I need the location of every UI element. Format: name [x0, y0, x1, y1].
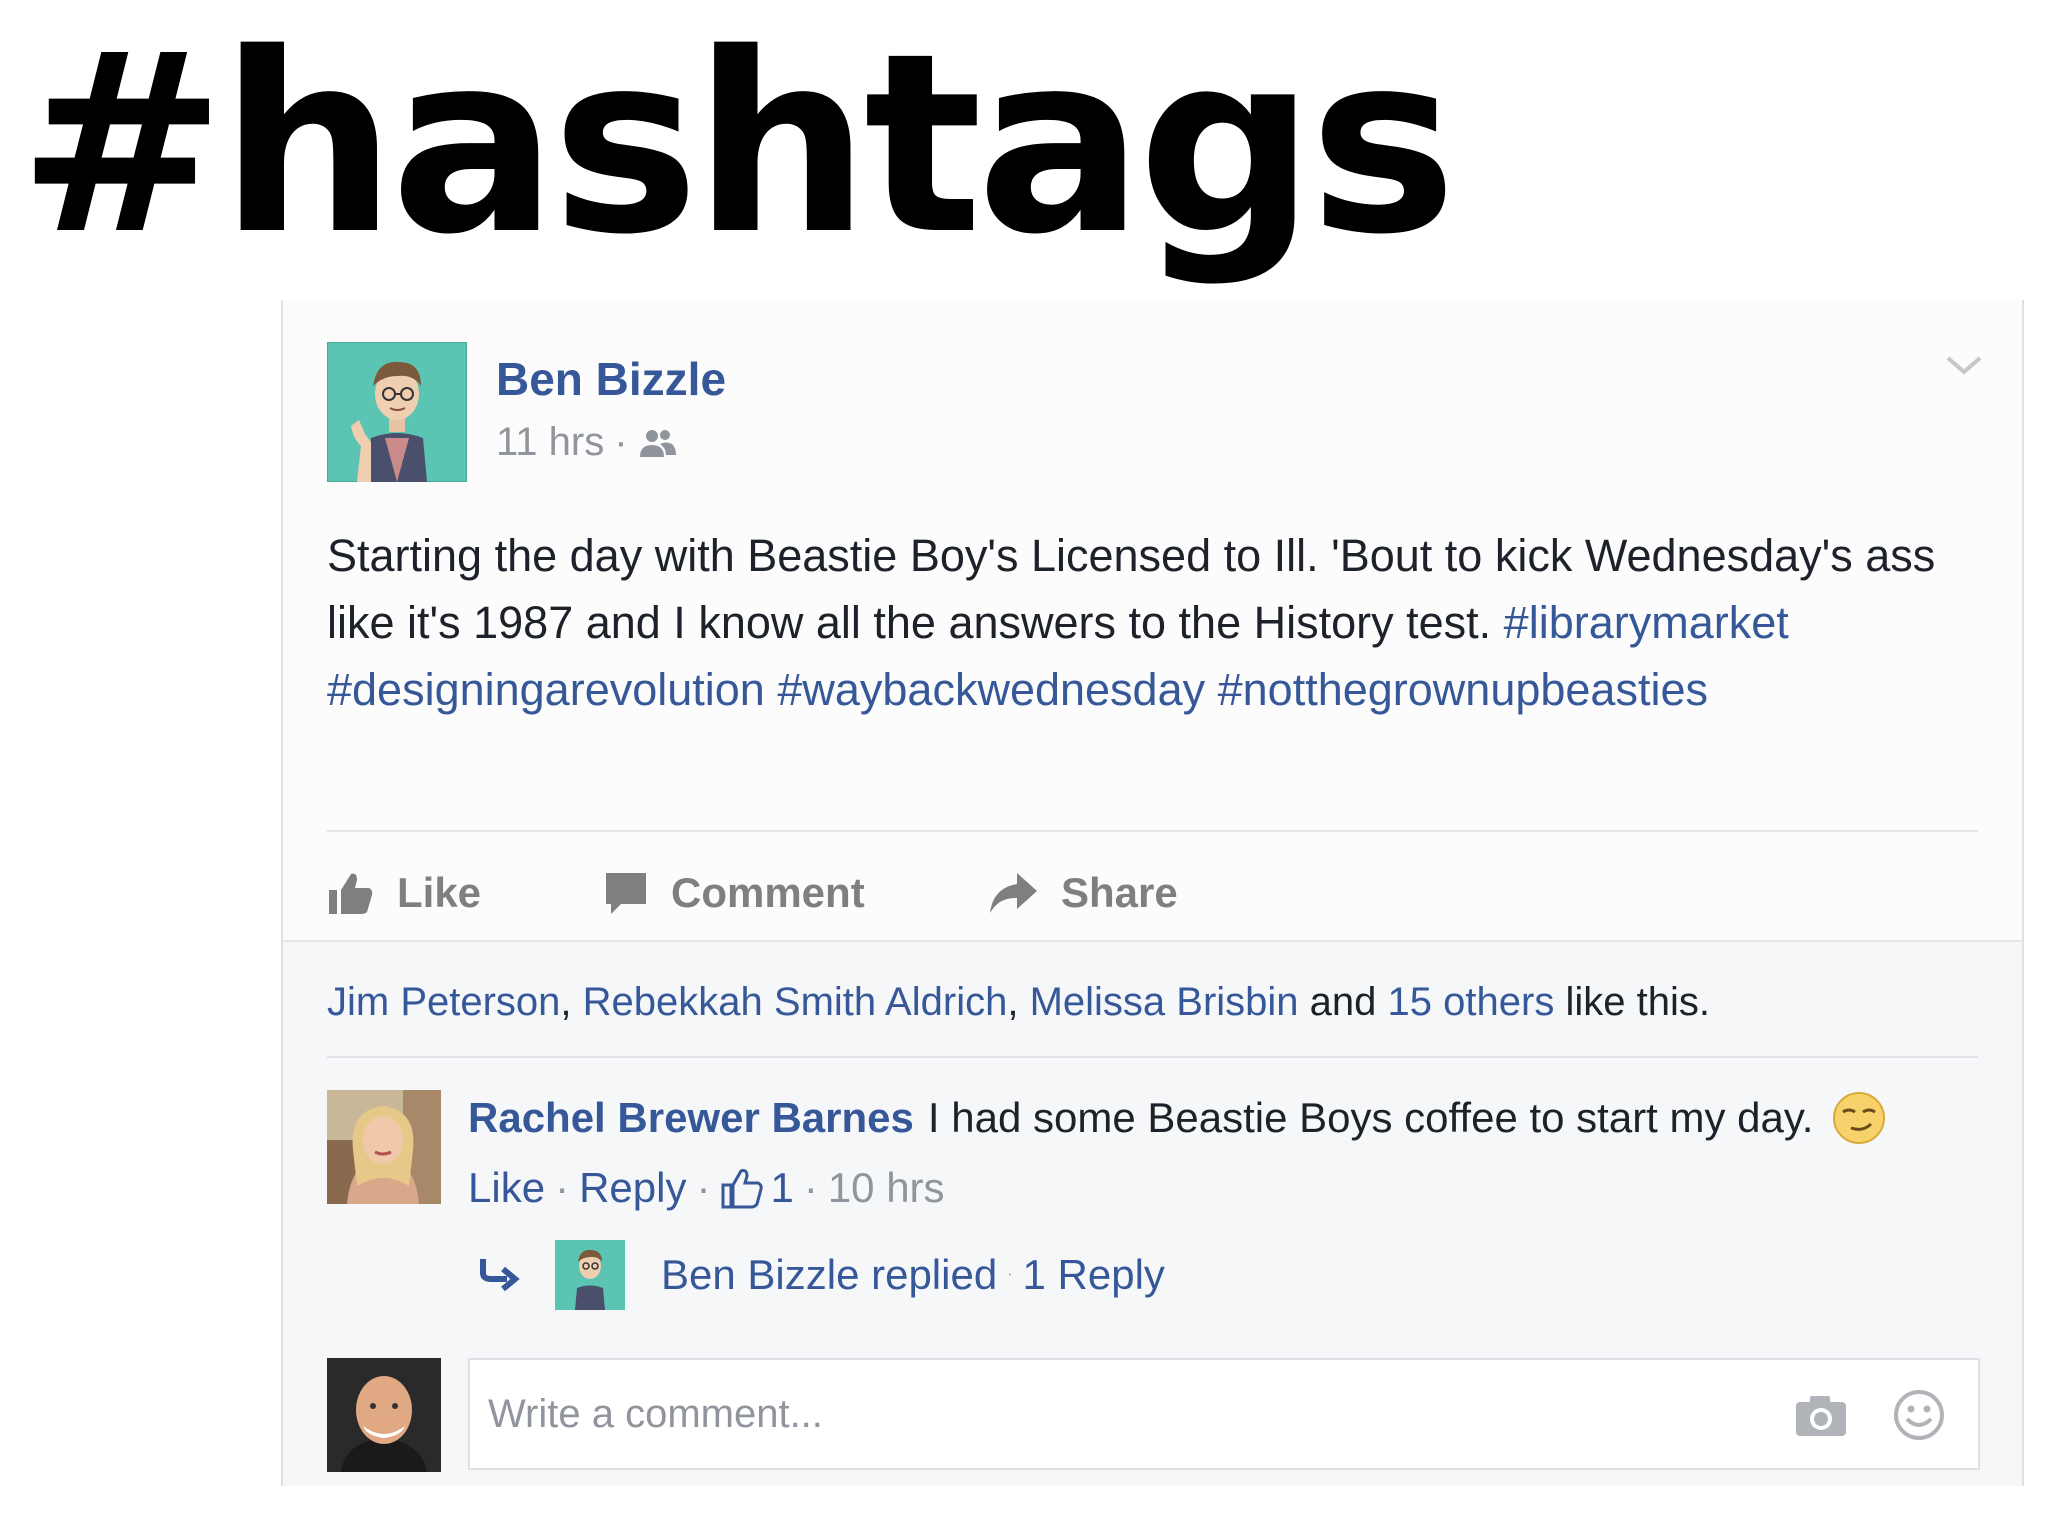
comment-author[interactable]: Rachel Brewer Barnes: [468, 1094, 914, 1142]
like-button[interactable]: Like: [327, 869, 603, 917]
share-arrow-icon: [990, 873, 1037, 913]
comment-label: Comment: [671, 869, 865, 916]
meta-separator: ·: [555, 1164, 570, 1211]
meta-separator: ·: [803, 1164, 818, 1211]
commenter-avatar[interactable]: [327, 1090, 441, 1204]
reply-count[interactable]: 1 Reply: [1023, 1251, 1165, 1299]
current-user-avatar[interactable]: [327, 1358, 441, 1472]
post-footer: Jim Peterson, Rebekkah Smith Aldrich, Me…: [283, 940, 2022, 1486]
divider: [327, 830, 1978, 832]
camera-icon[interactable]: [1794, 1394, 1848, 1438]
liker-link[interactable]: Jim Peterson: [327, 980, 560, 1024]
headline: #hashtags: [18, 1, 1457, 289]
comment-input[interactable]: [488, 1391, 1738, 1437]
reply-summary[interactable]: Ben Bizzle replied · 1 Reply: [477, 1237, 1165, 1312]
comment-time[interactable]: 10 hrs: [828, 1164, 945, 1212]
comment-bubble-icon: [606, 873, 646, 914]
comment-like-count[interactable]: 1: [770, 1164, 793, 1212]
liker-link[interactable]: Rebekkah Smith Aldrich: [583, 980, 1008, 1024]
reply-arrow-icon: [480, 1258, 520, 1291]
likes-summary: Jim Peterson, Rebekkah Smith Aldrich, Me…: [327, 980, 1710, 1025]
share-label: Share: [1061, 869, 1178, 916]
meta-separator: ·: [696, 1164, 711, 1211]
comma: ,: [1007, 980, 1019, 1024]
replier-avatar[interactable]: [555, 1239, 625, 1310]
likes-suffix: like this.: [1565, 980, 1710, 1024]
hashtag-link[interactable]: #notthegrownupbeasties: [1218, 664, 1708, 715]
like-label: Like: [397, 869, 482, 916]
friends-icon[interactable]: [638, 427, 678, 459]
post-time[interactable]: 11 hrs: [496, 420, 604, 465]
likes-and: and: [1309, 980, 1377, 1024]
author-avatar[interactable]: [327, 342, 467, 482]
comment: Rachel Brewer Barnes I had some Beastie …: [468, 1090, 1887, 1146]
post-meta: 11 hrs ·: [496, 420, 678, 465]
thumbs-up-icon: [329, 873, 373, 914]
meta-separator: ·: [1007, 1265, 1013, 1283]
reply-summary-text[interactable]: Ben Bizzle replied: [661, 1251, 997, 1299]
post-actions: Like Comment Share: [327, 858, 1178, 928]
thumbs-up-icon[interactable]: [720, 1166, 764, 1210]
meta-separator: ·: [614, 420, 628, 464]
post-card: Ben Bizzle 11 hrs · Starting the day wit…: [281, 300, 2024, 1486]
divider: [327, 1056, 1978, 1058]
others-link[interactable]: 15 others: [1388, 980, 1555, 1024]
share-button[interactable]: Share: [987, 869, 1178, 917]
smiley-icon[interactable]: [1892, 1388, 1946, 1442]
chevron-down-icon[interactable]: [1942, 350, 1986, 380]
comment-composer: [468, 1358, 1980, 1470]
comment-like-link[interactable]: Like: [468, 1164, 545, 1212]
post-body: Ben Bizzle 11 hrs · Starting the day wit…: [283, 300, 2022, 940]
comma: ,: [560, 980, 572, 1024]
comment-reply-link[interactable]: Reply: [579, 1164, 686, 1212]
comment-button[interactable]: Comment: [603, 869, 987, 917]
post-text: Starting the day with Beastie Boy's Lice…: [327, 522, 1977, 723]
hashtag-link[interactable]: #designingarevolution: [327, 664, 765, 715]
hashtag-link[interactable]: #librarymarket: [1504, 597, 1789, 648]
comment-text: I had some Beastie Boys coffee to start …: [927, 1094, 1814, 1141]
liker-link[interactable]: Melissa Brisbin: [1030, 980, 1299, 1024]
smirk-emoji-icon: [1833, 1092, 1886, 1144]
hashtag-link[interactable]: #waybackwednesday: [777, 664, 1205, 715]
comment-meta: Like · Reply · 1 · 10 hrs: [468, 1164, 945, 1212]
author-name[interactable]: Ben Bizzle: [496, 352, 726, 406]
